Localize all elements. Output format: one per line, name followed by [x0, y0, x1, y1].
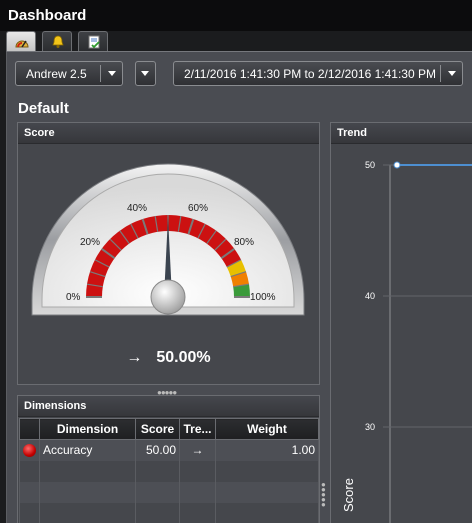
divider — [100, 65, 101, 82]
table-row-empty — [19, 502, 319, 523]
trend-panel-title: Trend — [331, 123, 472, 144]
score-value: 50.00% — [156, 349, 211, 366]
gauge-hub — [150, 279, 186, 315]
section-title: Default — [18, 100, 69, 117]
table-row[interactable]: Accuracy 50.00 → 1.00 — [19, 439, 319, 461]
trend-flat-arrow-icon: → — [179, 439, 216, 461]
dimension-cell: Accuracy — [39, 439, 136, 461]
status-cell — [19, 439, 40, 461]
y-tick-label: 50 — [365, 160, 375, 170]
tab-checklist[interactable] — [78, 31, 108, 52]
gauge-icon — [15, 40, 29, 48]
divider — [440, 65, 441, 82]
chevron-down-icon — [108, 71, 116, 76]
chevron-down-icon — [141, 71, 149, 76]
tab-gauge[interactable] — [6, 31, 36, 52]
tab-alerts[interactable] — [42, 31, 72, 52]
column-header-weight[interactable]: Weight — [215, 418, 319, 440]
gauge-label-0: 0% — [66, 292, 81, 303]
app-title: Dashboard — [8, 7, 87, 24]
options-dropdown-button[interactable] — [135, 61, 156, 86]
title-bar: Dashboard — [0, 0, 472, 31]
score-readout: → 50.00% — [18, 349, 319, 367]
y-axis-label: Score — [341, 478, 356, 512]
scorecard-select-value: Andrew 2.5 — [26, 67, 87, 81]
data-point — [393, 161, 401, 169]
column-header-score[interactable]: Score — [135, 418, 180, 440]
trend-panel: Trend 50 40 30 Score — [330, 122, 472, 523]
y-tick-labels: 50 40 30 — [365, 160, 375, 432]
dimensions-panel-title: Dimensions — [18, 396, 319, 417]
scorecard-select[interactable]: Andrew 2.5 — [15, 61, 123, 86]
gauge-label-60: 60% — [188, 203, 208, 214]
y-tick-label: 30 — [365, 422, 375, 432]
score-gauge: 0% 20% 40% 60% 80% 100% — [31, 163, 305, 316]
trend-chart: 50 40 30 Score — [341, 160, 472, 523]
gauge-label-80: 80% — [234, 237, 254, 248]
score-panel-title: Score — [18, 123, 319, 144]
checklist-icon — [88, 35, 100, 49]
score-panel: Score 0% 20% 40% 60% 80% 100% → 50.00% — [17, 122, 320, 385]
trend-flat-arrow-icon: → — [126, 349, 143, 366]
dimensions-panel: Dimensions Dimension Score Tre... Weight… — [17, 395, 320, 523]
y-tick-label: 40 — [365, 291, 375, 301]
vertical-splitter-grip[interactable]: ● ● ● ● ● — [321, 481, 327, 509]
red-status-icon — [23, 444, 36, 458]
gauge-label-20: 20% — [80, 237, 100, 248]
column-header-status — [19, 418, 40, 440]
table-row-empty — [19, 460, 319, 482]
gridlines — [383, 164, 472, 428]
dashboard-content: Andrew 2.5 2/11/2016 1:41:30 PM to 2/12/… — [6, 51, 472, 523]
score-cell: 50.00 — [135, 439, 180, 461]
column-header-dimension[interactable]: Dimension — [39, 418, 136, 440]
dimensions-table: Dimension Score Tre... Weight Accuracy 5… — [19, 418, 319, 523]
gauge-label-100: 100% — [250, 292, 276, 303]
gauge-label-40: 40% — [127, 203, 147, 214]
table-row-empty — [19, 481, 319, 503]
chevron-down-icon — [448, 71, 456, 76]
date-range-value: 2/11/2016 1:41:30 PM to 2/12/2016 1:41:3… — [184, 67, 436, 81]
column-header-trend[interactable]: Tre... — [179, 418, 216, 440]
date-range-select[interactable]: 2/11/2016 1:41:30 PM to 2/12/2016 1:41:3… — [173, 61, 463, 86]
bell-icon — [52, 35, 64, 48]
weight-cell: 1.00 — [215, 439, 319, 461]
